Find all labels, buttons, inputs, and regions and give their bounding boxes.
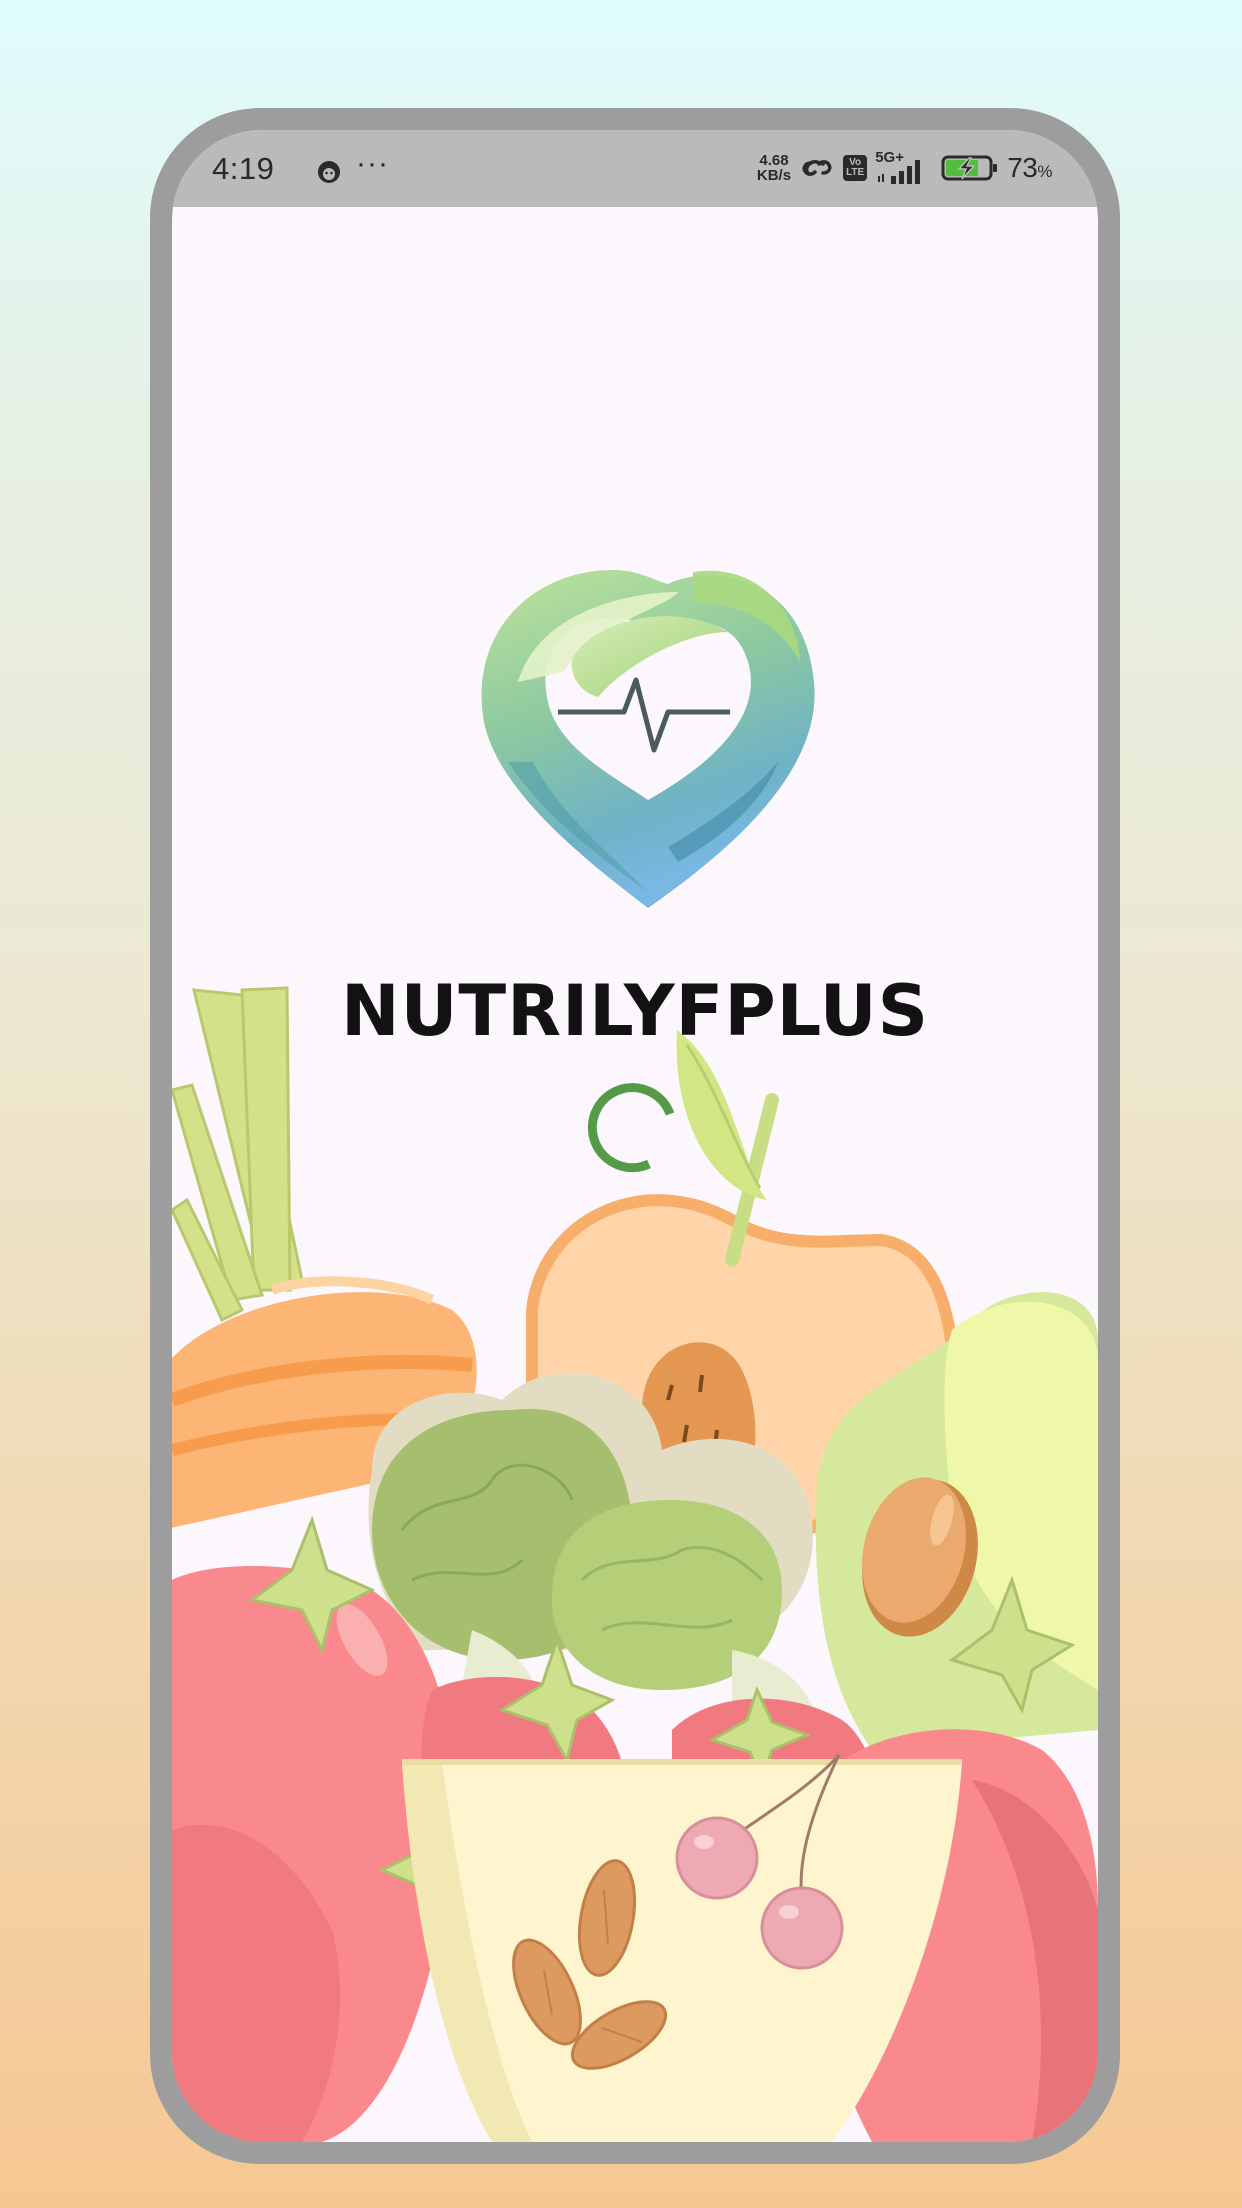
signal-icon: 5G+ [875,149,933,184]
app-title: NUTRILYFPLUS [341,970,929,1052]
heart-leaf-heartbeat-logo [481,570,815,908]
link-icon [802,160,832,176]
status-more-dots: ··· [356,147,389,180]
battery-charging-icon [941,155,998,181]
network-type: 5G+ [875,149,904,166]
status-bar: 4:19 ··· 4.68 KB/s Vo LTE 5G+ 73% [172,130,1098,207]
net-speed: 4.68 KB/s [757,153,791,183]
volte-icon: Vo LTE [843,155,868,181]
face-icon [318,161,340,183]
status-right-group: 4.68 KB/s Vo LTE 5G+ 73% [757,148,1052,188]
net-speed-unit: KB/s [756,167,792,184]
status-time: 4:19 [212,151,275,186]
phone-frame: 4:19 ··· 4.68 KB/s Vo LTE 5G+ 73% NUTRIL… [150,108,1120,2164]
phone-screen: 4:19 ··· 4.68 KB/s Vo LTE 5G+ 73% NUTRIL… [172,130,1098,2142]
loading-spinner [587,1083,675,1173]
net-speed-value: 4.68 [759,152,789,169]
battery-percent: 73% [1007,152,1052,183]
volte-bottom: LTE [846,167,865,178]
